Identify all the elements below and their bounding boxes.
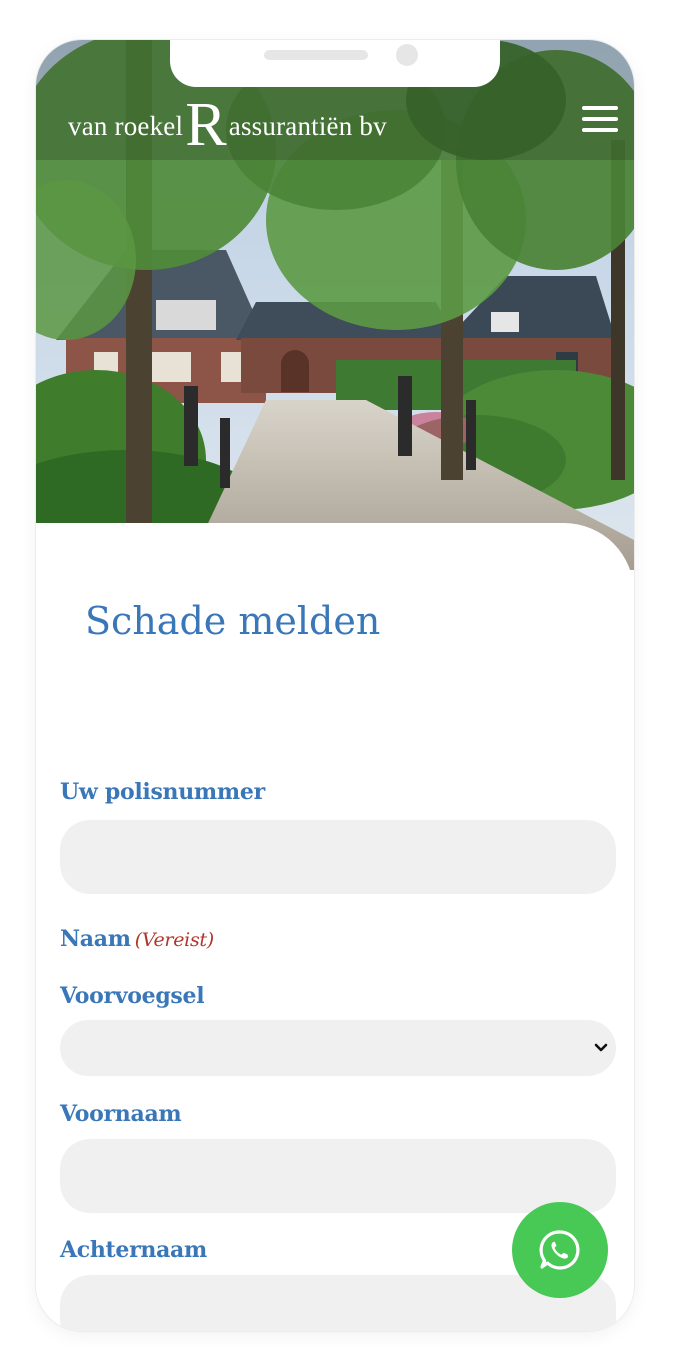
brand-name-right: assurantiën bv xyxy=(228,111,387,141)
menu-line xyxy=(582,106,618,110)
last-name-label: Achternaam xyxy=(60,1237,207,1263)
whatsapp-icon xyxy=(539,1230,580,1270)
speaker xyxy=(264,50,368,60)
phone-notch xyxy=(170,40,500,87)
name-group-label: Naam (Vereist) xyxy=(60,926,214,952)
prefix-label: Voorvoegsel xyxy=(60,983,205,1009)
policy-number-input[interactable] xyxy=(60,820,616,894)
first-name-label: Voornaam xyxy=(60,1101,182,1127)
brand-logo[interactable]: van roekel R assurantiën bv xyxy=(68,94,387,156)
whatsapp-button[interactable] xyxy=(512,1202,608,1298)
hamburger-menu-icon[interactable] xyxy=(582,106,618,136)
page-title: Schade melden xyxy=(85,599,381,643)
name-label: Naam xyxy=(60,926,131,952)
brand-logo-mark: R xyxy=(185,91,227,159)
brand-name-left: van roekel xyxy=(68,111,184,141)
menu-line xyxy=(582,117,618,121)
required-marker: (Vereist) xyxy=(134,929,214,951)
chevron-down-icon xyxy=(594,1043,608,1052)
first-name-input[interactable] xyxy=(60,1139,616,1213)
policy-number-label: Uw polisnummer xyxy=(60,779,265,805)
menu-line xyxy=(582,128,618,132)
phone-frame: van roekel R assurantiën bv Schade melde… xyxy=(36,40,634,1331)
camera xyxy=(396,44,418,66)
prefix-select[interactable] xyxy=(60,1020,616,1076)
